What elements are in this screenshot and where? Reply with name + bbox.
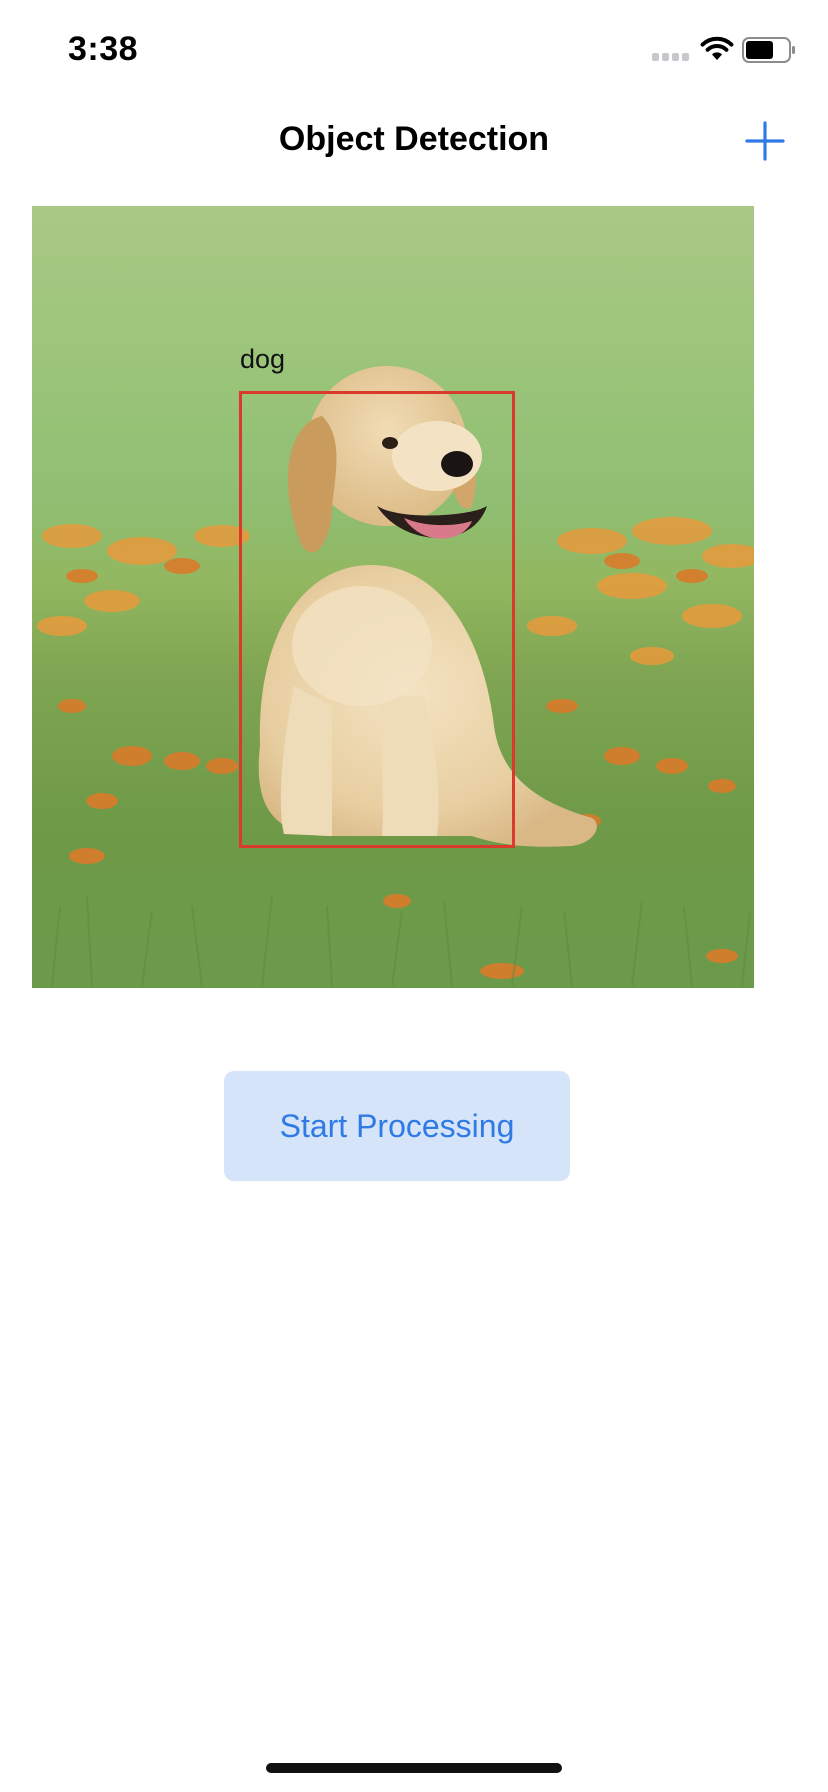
status-time: 3:38 <box>68 30 139 68</box>
plus-icon <box>745 121 785 161</box>
detection-label: dog <box>240 344 286 374</box>
cellular-signal-icon <box>652 53 692 61</box>
battery-icon <box>742 37 795 63</box>
home-indicator[interactable] <box>266 1763 562 1773</box>
status-bar: 3:38 <box>0 0 828 100</box>
start-processing-button[interactable]: Start Processing <box>224 1071 570 1181</box>
detection-bounding-box <box>239 391 515 848</box>
page-title: Object Detection <box>278 120 550 158</box>
add-button[interactable] <box>740 116 790 166</box>
wifi-icon <box>700 36 734 60</box>
navigation-bar: Object Detection <box>0 100 828 180</box>
